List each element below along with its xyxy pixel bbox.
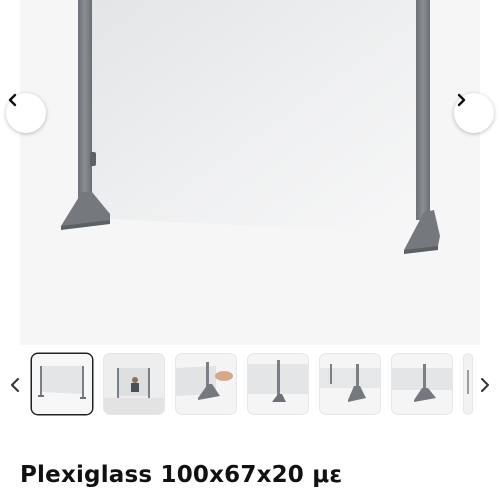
thumbnail-2[interactable] bbox=[104, 354, 164, 414]
thumbnail-foot-image bbox=[320, 354, 380, 414]
thumbnail-4[interactable] bbox=[248, 354, 308, 414]
thumbnail-6[interactable] bbox=[392, 354, 452, 414]
chevron-right-icon bbox=[457, 93, 466, 107]
thumbnail-person-image bbox=[104, 354, 164, 414]
product-main-image bbox=[20, 0, 480, 345]
thumbnail-7[interactable] bbox=[464, 354, 472, 414]
plexiglass-screen-illustration bbox=[61, 0, 440, 254]
next-image-button[interactable] bbox=[454, 93, 494, 133]
thumbnail-strip bbox=[0, 350, 500, 420]
thumbnail-post-image bbox=[248, 354, 308, 414]
thumbnail-3[interactable] bbox=[176, 354, 236, 414]
chevron-right-icon bbox=[481, 378, 489, 392]
thumbnail-prev-button[interactable] bbox=[8, 375, 22, 395]
thumbnail-foot-detail-image bbox=[392, 354, 452, 414]
thumbnail-hand-image bbox=[176, 354, 236, 414]
product-image-viewer[interactable] bbox=[0, 0, 500, 345]
thumbnail-partial-image bbox=[464, 354, 472, 414]
chevron-left-icon bbox=[11, 378, 19, 392]
previous-image-button[interactable] bbox=[6, 93, 46, 133]
product-title: Plexiglass 100x67x20 με bbox=[20, 462, 343, 488]
thumbnail-next-button[interactable] bbox=[478, 375, 492, 395]
thumbnail-5[interactable] bbox=[320, 354, 380, 414]
thumbnail-1[interactable] bbox=[32, 354, 92, 414]
thumbnail-screen-image bbox=[32, 354, 92, 414]
chevron-left-icon bbox=[8, 93, 17, 107]
